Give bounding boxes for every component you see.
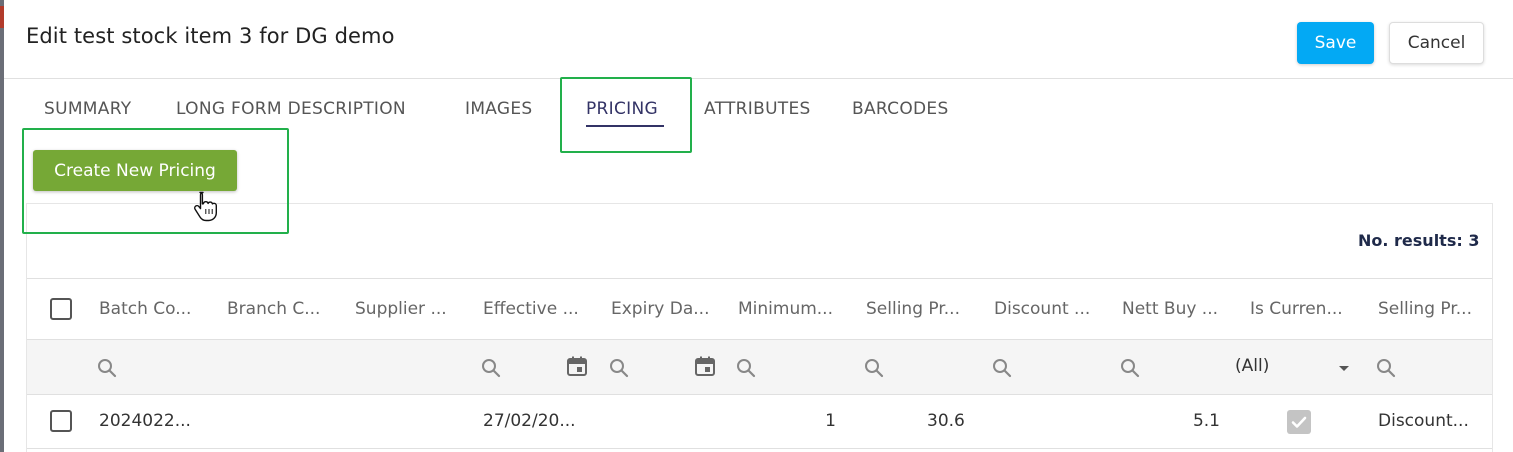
column-header-branch-code[interactable]: Branch C... <box>227 299 320 319</box>
tab-barcodes[interactable]: BARCODES <box>852 99 949 119</box>
cell-batch-code: 2024022... <box>99 411 191 431</box>
tab-attributes[interactable]: ATTRIBUTES <box>704 99 811 119</box>
results-count: No. results: 3 <box>1358 231 1480 250</box>
column-header-selling-price-type[interactable]: Selling Pr... <box>1378 299 1472 319</box>
column-header-minimum[interactable]: Minimum... <box>738 299 833 319</box>
tab-long-form-description[interactable]: LONG FORM DESCRIPTION <box>176 99 406 119</box>
background-edge <box>0 0 4 452</box>
is-current-checkbox <box>1287 410 1311 434</box>
data-row-bottom-border <box>27 448 1492 449</box>
tab-summary[interactable]: SUMMARY <box>44 99 131 119</box>
background-edge-accent <box>0 6 4 28</box>
row-select-checkbox[interactable] <box>50 410 72 432</box>
grid-header-top-border <box>27 278 1492 279</box>
calendar-icon[interactable] <box>694 355 716 377</box>
checkmark-icon <box>1291 416 1307 428</box>
cell-selling-price: 30.6 <box>927 411 965 431</box>
header-divider <box>4 78 1513 79</box>
dropdown-arrow-icon[interactable] <box>1333 357 1355 379</box>
search-icon[interactable] <box>96 357 118 379</box>
search-icon[interactable] <box>1119 357 1141 379</box>
pricing-tab-highlight <box>560 77 692 153</box>
column-header-nett-buy[interactable]: Nett Buy ... <box>1122 299 1218 319</box>
search-icon[interactable] <box>1375 357 1397 379</box>
save-button[interactable]: Save <box>1297 22 1374 64</box>
cell-effective-date: 27/02/20... <box>483 411 576 431</box>
column-header-selling-price[interactable]: Selling Pr... <box>866 299 960 319</box>
search-icon[interactable] <box>735 357 757 379</box>
pricing-grid <box>26 203 1493 452</box>
calendar-icon[interactable] <box>566 355 588 377</box>
filter-row-bottom-border <box>27 394 1492 395</box>
filter-row <box>27 340 1492 394</box>
select-all-checkbox[interactable] <box>50 298 72 320</box>
search-icon[interactable] <box>480 357 502 379</box>
search-icon[interactable] <box>863 357 885 379</box>
dialog-title: Edit test stock item 3 for DG demo <box>26 24 395 48</box>
cell-minimum: 1 <box>825 411 836 431</box>
search-icon[interactable] <box>608 357 630 379</box>
is-current-filter-select[interactable]: (All) <box>1235 356 1269 376</box>
column-header-supplier[interactable]: Supplier ... <box>355 299 447 319</box>
column-header-is-current[interactable]: Is Curren... <box>1250 299 1343 319</box>
column-header-expiry-date[interactable]: Expiry Da... <box>611 299 710 319</box>
tab-images[interactable]: IMAGES <box>465 99 533 119</box>
column-header-effective-date[interactable]: Effective ... <box>483 299 579 319</box>
hand-cursor-icon <box>194 191 217 222</box>
column-header-discount[interactable]: Discount ... <box>994 299 1090 319</box>
create-new-pricing-button[interactable]: Create New Pricing <box>33 150 237 191</box>
cancel-button[interactable]: Cancel <box>1389 22 1484 64</box>
column-header-batch-code[interactable]: Batch Co... <box>99 299 191 319</box>
cell-nett-buy: 5.1 <box>1192 411 1220 431</box>
cell-selling-price-type: Discount... <box>1378 411 1469 431</box>
search-icon[interactable] <box>991 357 1013 379</box>
